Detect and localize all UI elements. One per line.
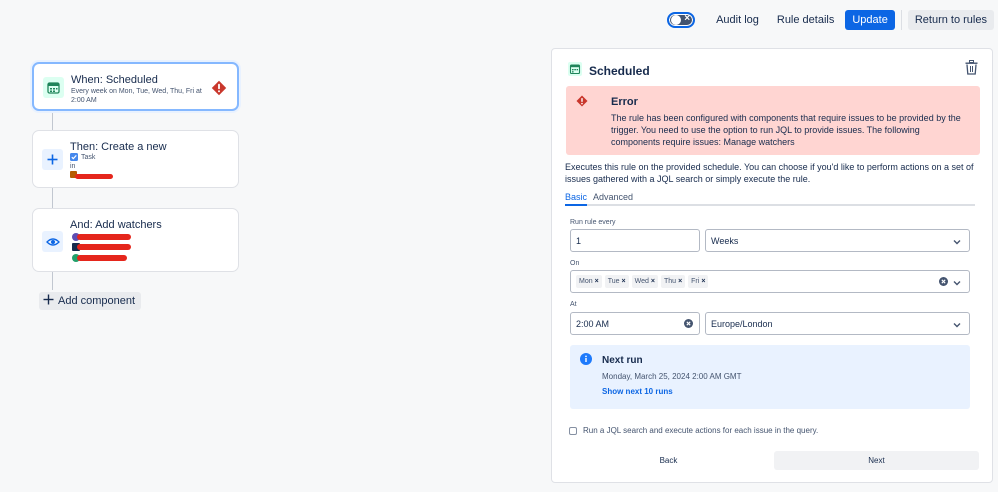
- on-label: On: [570, 260, 580, 267]
- run-every-input[interactable]: 1: [570, 229, 700, 252]
- task-checkbox-icon: [70, 153, 78, 161]
- time-value: 2:00 AM: [576, 318, 610, 329]
- next-run-info: Next run Monday, March 25, 2024 2:00 AM …: [570, 345, 970, 409]
- component-config-panel: Scheduled Error The rule has been config…: [551, 48, 993, 483]
- info-icon: [580, 353, 592, 368]
- days-multiselect[interactable]: Mon × Tue × Wed × Thu × Fri ×: [570, 270, 970, 293]
- trigger-subtitle: Every week on Mon, Tue, Wed, Thu, Fri at…: [71, 88, 202, 104]
- day-label: Mon: [579, 278, 593, 285]
- day-chip-tue: Tue ×: [604, 275, 629, 288]
- update-button[interactable]: Update: [845, 10, 895, 30]
- chevron-down-icon: [953, 320, 961, 330]
- trash-icon[interactable]: [965, 60, 978, 78]
- tab-advanced[interactable]: Advanced: [593, 192, 633, 202]
- rule-enabled-toggle[interactable]: ×: [667, 12, 696, 28]
- next-run-date: Monday, March 25, 2024 2:00 AM GMT: [602, 372, 742, 381]
- day-chip-mon: Mon ×: [576, 275, 602, 288]
- tab-basic[interactable]: Basic: [565, 192, 588, 206]
- eye-icon: [42, 231, 63, 252]
- config-tabs: Basic Advanced: [565, 191, 975, 206]
- day-chip-wed: Wed ×: [631, 275, 658, 288]
- trigger-title: When: Scheduled: [71, 74, 158, 86]
- jql-option[interactable]: Run a JQL search and execute actions for…: [569, 426, 818, 435]
- day-label: Thu: [664, 278, 677, 285]
- at-label: At: [570, 301, 577, 308]
- day-label: Wed: [634, 278, 649, 285]
- remove-icon[interactable]: ×: [595, 278, 599, 285]
- add-component-button[interactable]: Add component: [39, 292, 142, 310]
- time-input[interactable]: 2:00 AM: [570, 312, 700, 335]
- issue-type: Task: [70, 153, 95, 161]
- day-label: Tue: [607, 278, 620, 285]
- redacted-project: [75, 174, 113, 179]
- jql-checkbox-label: Run a JQL search and execute actions for…: [583, 426, 819, 435]
- run-every-label: Run rule every: [570, 219, 616, 226]
- chevron-down-icon: [953, 278, 961, 288]
- error-title: Error: [611, 96, 638, 108]
- error-banner: Error The rule has been configured with …: [566, 86, 980, 155]
- interval-unit-select[interactable]: Weeks: [705, 229, 970, 252]
- error-message: The rule has been configured with compon…: [611, 113, 961, 147]
- action-card[interactable]: Then: Create a new Task in: [32, 130, 239, 188]
- watchers-card[interactable]: And: Add watchers: [32, 208, 239, 272]
- rule-description: Executes this rule on the provided sched…: [565, 162, 974, 184]
- panel-title: Scheduled: [589, 64, 650, 78]
- close-icon: ×: [684, 13, 691, 24]
- remove-icon[interactable]: ×: [622, 278, 626, 285]
- toggle-knob: [671, 15, 682, 25]
- calendar-icon: [43, 77, 64, 98]
- error-icon: [211, 80, 227, 99]
- chevron-down-icon: [953, 237, 961, 247]
- plus-icon: [42, 149, 63, 170]
- top-toolbar: × Audit log Rule details Update Return t…: [667, 10, 994, 30]
- watchers-title: And: Add watchers: [70, 219, 162, 231]
- day-label: Fri: [691, 278, 700, 285]
- issue-type-label: Task: [81, 153, 96, 161]
- clear-icon[interactable]: [684, 319, 693, 330]
- run-every-value: 1: [576, 235, 582, 246]
- interval-unit-value: Weeks: [711, 235, 739, 246]
- error-icon: [576, 95, 588, 110]
- back-button[interactable]: Back: [569, 451, 768, 470]
- next-button[interactable]: Next: [774, 451, 979, 470]
- jql-checkbox[interactable]: [569, 426, 577, 435]
- rule-details-button[interactable]: Rule details: [770, 10, 841, 30]
- add-component-label: Add component: [58, 295, 136, 307]
- show-next-runs-link[interactable]: Show next 10 runs: [602, 387, 673, 396]
- clear-icon[interactable]: [939, 277, 948, 288]
- timezone-value: Europe/London: [711, 318, 773, 329]
- audit-log-button[interactable]: Audit log: [709, 10, 766, 30]
- day-chip-thu: Thu ×: [661, 275, 686, 288]
- remove-icon[interactable]: ×: [651, 278, 655, 285]
- remove-icon[interactable]: ×: [678, 278, 682, 285]
- remove-icon[interactable]: ×: [701, 278, 705, 285]
- redacted-watcher: [77, 244, 131, 250]
- trigger-card[interactable]: When: Scheduled Every week on Mon, Tue, …: [32, 62, 239, 111]
- return-to-rules-button[interactable]: Return to rules: [907, 10, 994, 30]
- redacted-watcher: [77, 234, 131, 240]
- redacted-watcher: [77, 255, 127, 261]
- timezone-select[interactable]: Europe/London: [705, 312, 970, 335]
- action-title: Then: Create a new: [70, 141, 167, 153]
- day-chip-fri: Fri ×: [688, 275, 709, 288]
- toolbar-divider: [900, 10, 902, 30]
- next-run-title: Next run: [602, 355, 643, 366]
- in-label: in: [70, 163, 76, 170]
- plus-icon: [43, 294, 54, 308]
- calendar-icon: [568, 62, 582, 76]
